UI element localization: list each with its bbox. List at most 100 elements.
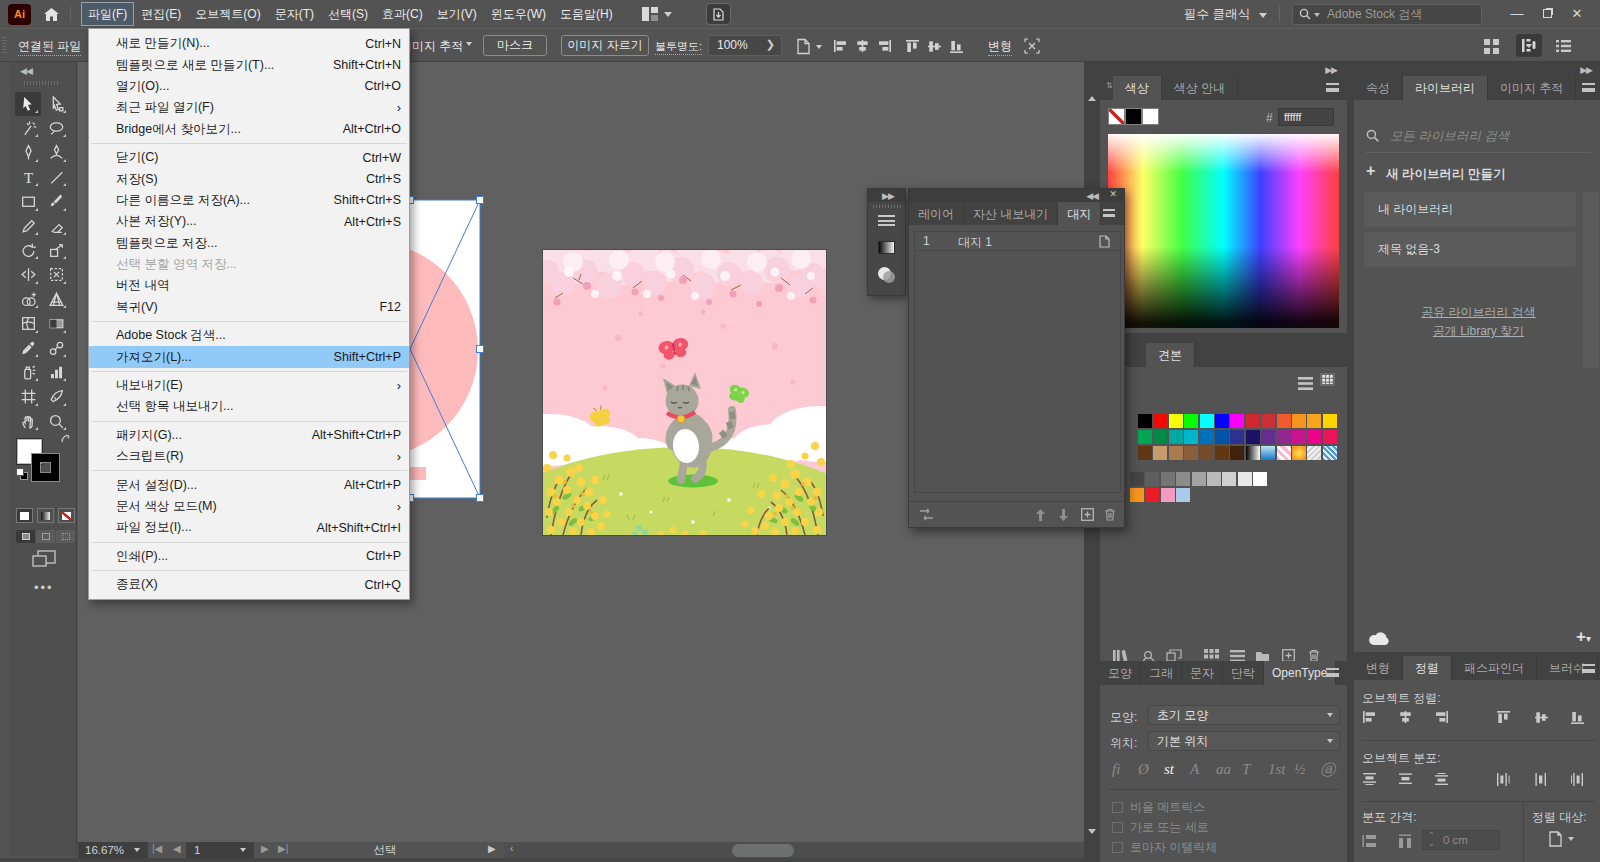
file-menu-item[interactable]: 스크립트(R)› [89,446,409,467]
swatches-list-view-icon[interactable] [1298,377,1313,390]
paintbrush-tool[interactable] [43,190,69,214]
right-tab-이미지 추적[interactable]: 이미지 추적 [1488,76,1576,100]
crop-image-button[interactable]: 이미지 자르기 [561,35,649,56]
controlbar-grip[interactable] [2,37,7,55]
type-tab-문자[interactable]: 문자 [1182,661,1223,685]
dist-vbottom-button[interactable] [1434,772,1449,786]
menu-파일F[interactable]: 파일(F) [81,2,134,26]
delete-artboard-icon[interactable] [1104,508,1116,521]
swatch[interactable] [1323,414,1337,428]
file-menu-item[interactable]: 선택 항목 내보내기... [89,396,409,417]
swatch[interactable] [1184,430,1198,444]
scale-tool[interactable] [43,238,69,262]
opentype-stylistic-alternates-button[interactable]: aa [1216,761,1231,778]
file-menu-item[interactable]: 열기(O)...Ctrl+O [89,76,409,97]
swatch[interactable] [1261,430,1275,444]
shape-builder-tool[interactable] [15,287,41,311]
file-menu-item[interactable]: 복귀(V)F12 [89,297,409,318]
transform-link[interactable]: 변형 [988,38,1012,56]
swatch[interactable] [1238,472,1252,486]
swatch[interactable] [1145,488,1159,502]
menu-효과C[interactable]: 효과(C) [375,2,430,26]
artboard-tool[interactable] [15,385,41,409]
align-to-artboard-icon[interactable] [1546,830,1564,848]
file-menu-item[interactable]: 선택 분할 영역 저장... [89,254,409,275]
swatch[interactable] [1184,414,1198,428]
swatch[interactable] [1222,472,1236,486]
artboard-row[interactable]: 1 대지 1 [915,232,1120,251]
right-tab-속성[interactable]: 속성 [1354,76,1403,100]
share-button[interactable] [706,3,731,25]
scroll-down-arrow[interactable] [1088,829,1096,834]
spacing-stepper[interactable]: ⌃⌄ 0 cm [1422,830,1500,850]
curvature-tool[interactable] [43,141,69,165]
dist-hright-button[interactable] [1570,772,1585,786]
file-menu-item[interactable]: 저장(S)Ctrl+S [89,168,409,189]
opentype-titling-alternates-button[interactable]: T [1242,761,1250,778]
menu-문자T[interactable]: 문자(T) [268,2,321,26]
next-artboard-icon[interactable]: ▶ [261,843,269,854]
color-none-chip[interactable] [1108,108,1125,125]
close-button[interactable]: ✕ [1562,2,1592,26]
restore-button[interactable] [1532,2,1562,26]
cb-align-vcenter-button[interactable] [927,39,942,53]
menu-오브젝트O[interactable]: 오브젝트(O) [188,2,267,26]
shaper-tool[interactable] [15,214,41,238]
tab-color-guide[interactable]: 색상 안내 [1162,76,1238,100]
new-artboard-icon[interactable] [1081,508,1094,521]
opentype-ordinals-button[interactable]: 1st [1268,761,1286,778]
file-menu-item[interactable]: 파일 정보(I)...Alt+Shift+Ctrl+I [89,517,409,538]
align-to-arrow[interactable] [1568,837,1574,841]
opentype-swash-button[interactable]: A [1190,761,1199,778]
expand-dock2-icon[interactable]: ▶▶ [1580,65,1592,75]
color-mode-button[interactable] [16,508,33,523]
width-tool[interactable] [15,263,41,287]
bottom-tab-패스파인더[interactable]: 패스파인더 [1452,656,1537,680]
dist-vcenter-button[interactable] [1398,772,1413,786]
home-icon[interactable] [43,7,60,22]
more-tools-icon[interactable]: ••• [34,580,54,595]
swatch[interactable] [1277,414,1291,428]
status-expand-arrow[interactable]: ▶ [488,843,496,854]
swatch[interactable] [1200,446,1214,460]
image-trace-arrow[interactable] [466,42,472,46]
type-tool[interactable]: T [15,165,41,189]
opacity-label[interactable]: 불투명도: [655,39,702,55]
search-scope-arrow[interactable] [1314,13,1320,17]
first-artboard-icon[interactable]: |◀ [152,843,162,854]
artboard-artwork[interactable] [543,250,826,535]
file-menu-item[interactable]: 패키지(G)...Alt+Shift+Ctrl+P [89,425,409,446]
swatch[interactable] [1192,472,1206,486]
horizontal-scrollbar[interactable]: ‹ › [504,842,1100,858]
swatch[interactable] [1307,430,1321,444]
swatch[interactable] [1153,430,1167,444]
opentype-stylistic-ligature-button[interactable]: st [1164,761,1174,778]
swatch[interactable] [1153,414,1167,428]
document-setup-icon[interactable] [795,38,812,55]
selection-tool[interactable] [15,92,41,116]
perspective-grid-tool[interactable] [43,287,69,311]
swatches-grid-view-icon[interactable] [1320,373,1335,386]
opentype-annotation-button[interactable]: ⓐ [1320,761,1335,780]
workspace-panel-arrow[interactable] [1526,44,1532,48]
direct-selection-tool[interactable] [43,92,69,116]
figure-dropdown[interactable]: 초기 모양 [1148,705,1340,725]
dist-hleft-button[interactable] [1496,772,1511,786]
mask-button[interactable]: 마스크 [483,35,547,56]
type-tab-모양[interactable]: 모양 [1100,661,1141,685]
library-scroll-strip[interactable] [1583,192,1599,368]
swatch[interactable] [1145,472,1159,486]
swatch[interactable] [1184,446,1198,460]
swatch[interactable] [1169,446,1183,460]
swatch[interactable] [1215,414,1229,428]
horizontal-distribute-space-icon[interactable] [1398,834,1413,848]
blend-tool[interactable] [43,336,69,360]
menu-편집E[interactable]: 편집(E) [134,2,188,26]
illustrator-logo-icon[interactable]: Ai [8,4,31,25]
move-down-icon[interactable] [1058,509,1069,521]
swatch[interactable] [1130,488,1144,502]
swatch[interactable] [1153,446,1167,460]
opentype-menu-icon[interactable] [1326,668,1339,677]
rectangle-tool[interactable] [15,190,41,214]
file-menu-item[interactable]: 문서 색상 모드(M)› [89,496,409,517]
